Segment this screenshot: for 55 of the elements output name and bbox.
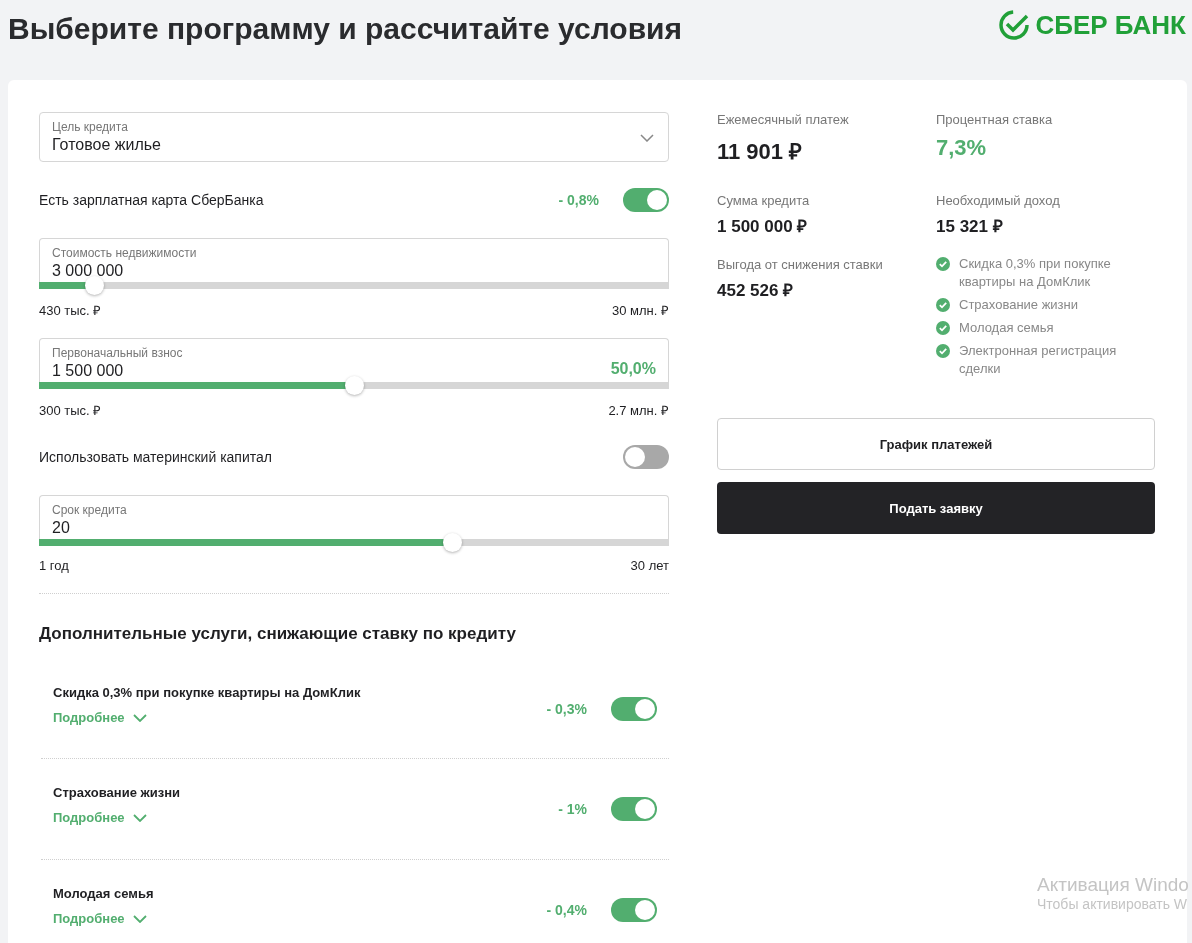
toggle-label: Использовать материнский капитал [39, 449, 273, 465]
percent-value: 50,0% [610, 360, 656, 378]
benefit-text: Молодая семья [959, 319, 1054, 337]
figure-label: Сумма кредита [717, 193, 811, 208]
discount-value: - 0,8% [558, 192, 599, 208]
check-icon [936, 298, 950, 312]
page-title: Выберите программу и рассчитайте условия [8, 12, 683, 46]
purpose-select[interactable]: Цель кредита Готовое жилье [39, 112, 669, 162]
activation-subtitle: Чтобы активировать W [1037, 896, 1189, 912]
toggle-switch[interactable] [611, 697, 657, 721]
schedule-button[interactable]: График платежей [717, 418, 1155, 470]
chevron-down-icon [132, 813, 147, 822]
discount-value: - 1% [558, 801, 587, 817]
benefit-text: Скидка 0,3% при покупке квартиры на ДомКлик [959, 255, 1112, 291]
figure-label: Выгода от снижения ставки [717, 257, 884, 272]
logo-text: СБЕР БАНК [1035, 9, 1186, 41]
range-min: 1 год [39, 558, 69, 573]
activation-title: Активация Windo [1037, 874, 1189, 896]
range-max: 30 млн. ₽ [612, 302, 669, 319]
range-min: 300 тыс. ₽ [39, 402, 102, 419]
slider-thumb[interactable] [84, 276, 104, 295]
figure-label: Ежемесячный платеж [717, 112, 850, 127]
figure-label: Необходимый доход [936, 193, 1061, 208]
check-icon [936, 344, 950, 358]
toggle-label: Есть зарплатная карта СберБанка [39, 192, 265, 208]
figure-value: 15 321 ₽ [936, 216, 1004, 237]
toggle-switch[interactable] [611, 797, 657, 821]
check-icon [936, 257, 950, 271]
figure-value: 452 526 ₽ [717, 280, 795, 301]
benefit-text: Электронная регистрация сделки [959, 342, 1118, 378]
figure-value: 1 500 000 ₽ [717, 216, 809, 237]
range-max: 30 лет [630, 558, 669, 573]
service-name: Молодая семья [53, 886, 155, 901]
chevron-down-icon [132, 914, 147, 923]
service-name: Скидка 0,3% при покупке квартиры на ДомКлик [53, 685, 362, 700]
figure-label: Процентная ставка [936, 112, 1054, 127]
figure-value: 11 901 ₽ [717, 138, 804, 165]
range-max: 2.7 млн. ₽ [608, 402, 669, 419]
section-heading: Дополнительные услуги, снижающие ставку по кредиту [39, 624, 517, 644]
chevron-down-icon [640, 134, 654, 142]
discount-value: - 0,3% [546, 701, 587, 717]
figure-value: 7,3% [936, 135, 988, 161]
chevron-down-icon [132, 713, 147, 722]
slider-thumb[interactable] [442, 533, 462, 552]
logo-icon [997, 9, 1030, 41]
toggle-switch[interactable] [623, 445, 669, 469]
range-min: 430 тыс. ₽ [39, 302, 102, 319]
toggle-switch[interactable] [611, 898, 657, 922]
slider-thumb[interactable] [345, 376, 364, 395]
discount-value: - 0,4% [546, 902, 587, 918]
service-name: Страхование жизни [53, 785, 182, 800]
toggle-switch[interactable] [623, 188, 669, 212]
benefit-text: Страхование жизни [959, 296, 1079, 314]
apply-button[interactable]: Подать заявку [717, 482, 1155, 534]
check-icon [936, 321, 950, 335]
